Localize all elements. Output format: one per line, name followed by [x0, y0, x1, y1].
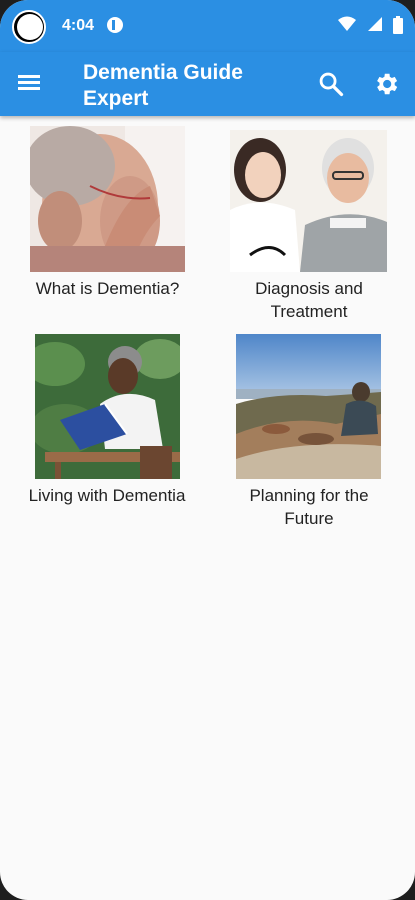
search-icon[interactable] — [317, 70, 345, 98]
wifi-icon — [338, 16, 357, 31]
notification-icon — [107, 17, 123, 33]
topic-card-living-with-dementia[interactable]: Living with Dementia — [14, 334, 200, 514]
topic-card-what-is-dementia[interactable]: What is Dementia? — [20, 126, 195, 306]
app-title: Dementia Guide Expert — [83, 61, 243, 110]
cellular-signal-icon — [367, 17, 382, 31]
hamburger-menu-icon[interactable] — [16, 72, 46, 98]
phone-screen: 4:04 Dementia Guide Expert What is Demen… — [0, 0, 415, 900]
gear-icon[interactable] — [372, 70, 400, 98]
camera-cutout — [12, 10, 46, 44]
topic-image-elderly-woman — [30, 126, 185, 272]
topic-label: Living with Dementia — [28, 486, 186, 505]
topic-image-mountain-view — [236, 334, 381, 479]
app-bar: Dementia Guide Expert — [0, 52, 415, 116]
battery-icon — [393, 16, 403, 34]
system-icons — [332, 16, 403, 34]
topic-label: Diagnosis and Treatment — [255, 279, 363, 321]
topic-image-woman-reading — [35, 334, 180, 479]
topic-card-planning-future[interactable]: Planning for the Future — [224, 334, 394, 534]
topic-label: Planning for the Future — [249, 486, 369, 528]
topic-image-nurse-elderly-man — [230, 130, 387, 272]
topic-label: What is Dementia? — [35, 279, 180, 298]
status-bar: 4:04 — [0, 0, 415, 52]
status-time: 4:04 — [62, 17, 95, 34]
topic-card-diagnosis-treatment[interactable]: Diagnosis and Treatment — [220, 126, 400, 326]
